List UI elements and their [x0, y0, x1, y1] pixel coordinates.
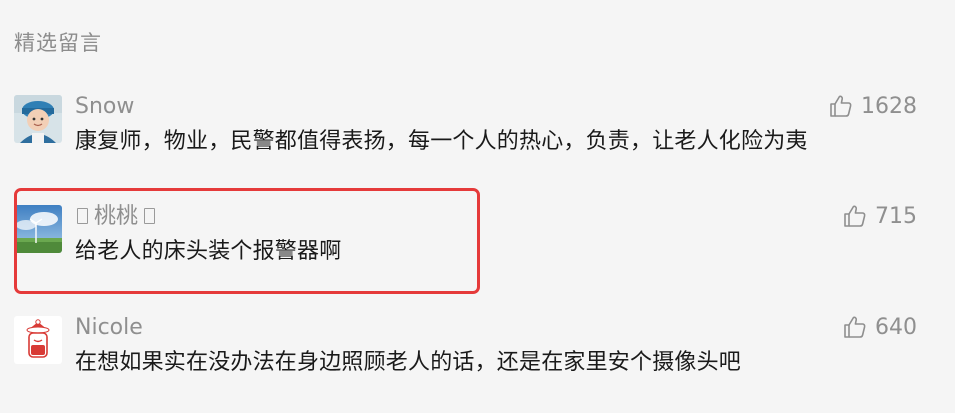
comment-item: Nicole 640 在想如果实在没办法在身边照顾老人的话，还是在家里安个摄像头… — [0, 313, 955, 406]
boy-avatar-image — [14, 95, 62, 143]
nickname[interactable]: Snow — [75, 92, 134, 122]
like-button[interactable]: 640 — [843, 312, 917, 342]
like-count: 640 — [875, 314, 917, 340]
bottle-avatar-image — [14, 316, 62, 364]
thumbs-up-icon — [844, 205, 866, 227]
section-title: 精选留言 — [14, 31, 102, 55]
like-count: 1628 — [861, 93, 917, 119]
like-button[interactable]: 715 — [843, 201, 917, 231]
avatar[interactable] — [14, 316, 62, 364]
nickname[interactable]: Nicole — [75, 313, 143, 343]
avatar[interactable] — [14, 95, 62, 143]
comment-item: Snow 1628 康复师，物业，民警都值得表扬，每一个人的热心，负责，让老人化… — [0, 92, 955, 185]
like-button[interactable]: 1628 — [829, 91, 917, 121]
comment-content: 在想如果实在没办法在身边照顾老人的话，还是在家里安个摄像头吧 — [75, 350, 742, 375]
comment-content: 康复师，物业，民警都值得表扬，每一个人的热心，负责，让老人化险为夷 — [75, 129, 808, 154]
like-count: 715 — [875, 203, 917, 229]
thumbs-up-icon — [830, 95, 852, 117]
highlight-annotation-box — [14, 188, 480, 294]
thumbs-up-icon — [844, 316, 866, 338]
